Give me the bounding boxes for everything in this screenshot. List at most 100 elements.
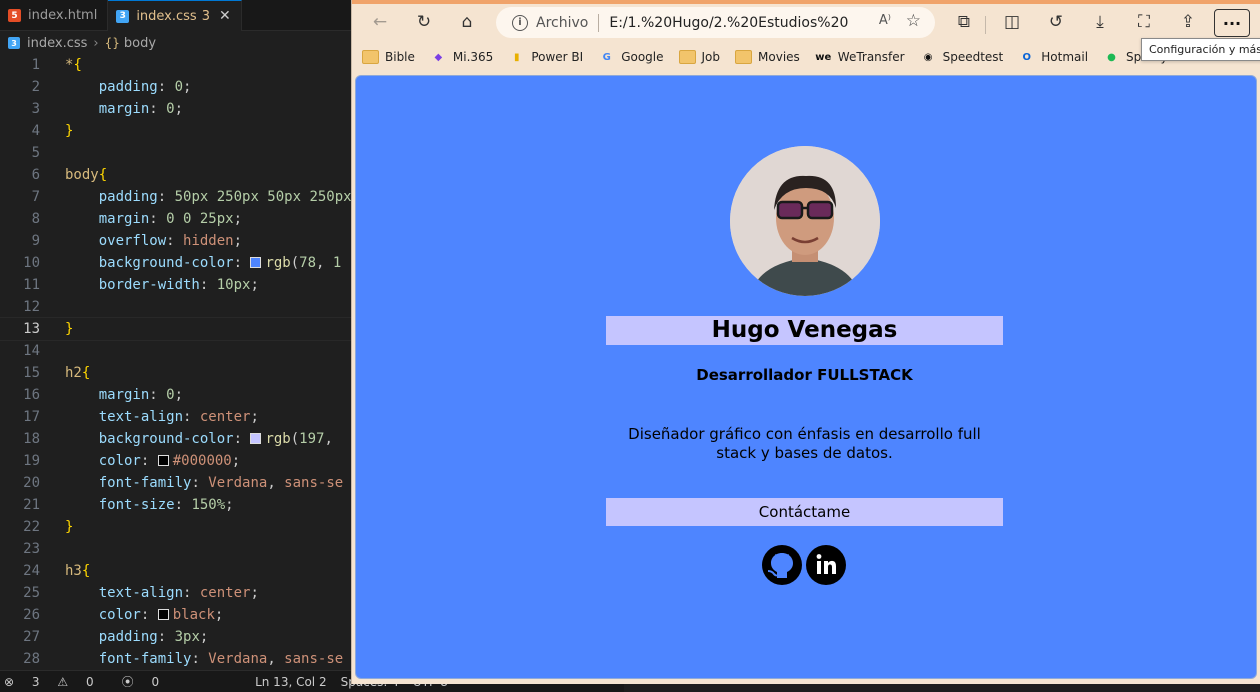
read-aloud-icon[interactable]: A⁾	[879, 13, 891, 28]
split-screen-icon[interactable]: ◫	[998, 8, 1026, 36]
code-line: 1 *{	[31, 57, 82, 73]
warning-icon: ⚠	[57, 674, 69, 689]
chevron-right-icon: ›	[93, 35, 99, 51]
spotify-icon: ●	[1107, 51, 1116, 63]
code-editor: 5 index.html 3 index.css 3 ✕ 3 index.css…	[0, 0, 352, 692]
code-line: 25 text-align: center;	[23, 585, 259, 601]
cursor-position[interactable]: Ln 13, Col 2	[255, 675, 327, 689]
bookmark-powerbi[interactable]: ▮ Power BI	[508, 50, 583, 64]
code-line: 28 font-family: Verdana, sans-se	[23, 651, 344, 667]
html-file-icon: 5	[8, 9, 21, 22]
bookmark-label: Speedtest	[942, 50, 1004, 64]
contact-button[interactable]: Contáctame	[606, 498, 1003, 526]
code-line: 6 body{	[31, 167, 108, 183]
code-line: 21 font-size: 150%;	[23, 497, 234, 513]
bookmark-job[interactable]: Job	[678, 50, 721, 64]
editor-tabbar: 5 index.html 3 index.css 3 ✕	[0, 0, 352, 31]
code-line: 16 margin: 0;	[23, 387, 184, 403]
url-text[interactable]: E:/1.%20Hugo/2.%20Estudios%20HU...	[609, 15, 849, 31]
code-area[interactable]: 1 *{ 2 padding: 0; 3 margin: 0; 4} 5 6 bod…	[0, 54, 352, 670]
code-line: 3 margin: 0;	[31, 101, 184, 117]
code-line: 12	[23, 299, 40, 315]
bookmark-google[interactable]: G Google	[598, 50, 664, 64]
symbol-icon: {}	[104, 36, 120, 50]
code-line: 23	[23, 541, 40, 557]
code-line: 15 h2{	[23, 365, 91, 381]
divider	[598, 13, 600, 32]
code-line: 19 color: #000000;	[23, 453, 241, 469]
profile-role: Desarrollador FULLSTACK	[696, 366, 913, 384]
close-icon[interactable]: ✕	[219, 8, 231, 24]
outlook-icon: O	[1022, 51, 1031, 63]
info-icon[interactable]: i	[512, 14, 528, 31]
code-line: 4}	[31, 123, 74, 139]
code-line: 9 overflow: hidden;	[31, 233, 243, 249]
google-icon: G	[602, 51, 611, 63]
bookmark-wetransfer[interactable]: we WeTransfer	[815, 50, 905, 64]
wetransfer-icon: we	[815, 51, 832, 63]
code-line: 27 padding: 3px;	[23, 629, 209, 645]
downloads-icon[interactable]: ⤓	[1086, 8, 1114, 36]
tab-index-css[interactable]: 3 index.css 3 ✕	[108, 0, 242, 31]
refresh-icon[interactable]: ↻	[410, 8, 438, 36]
code-line: 17 text-align: center;	[23, 409, 259, 425]
code-line: 2 padding: 0;	[31, 79, 192, 95]
bookmark-label: Job	[701, 50, 721, 64]
code-line-current: 13}	[0, 317, 352, 341]
code-line: 14	[23, 343, 40, 359]
ports-status[interactable]: ⦿ 0	[122, 673, 173, 690]
code-line: 7 padding: 50px 250px 50px 250px	[31, 189, 352, 205]
divider	[985, 16, 986, 34]
favorite-star-icon[interactable]: ☆	[906, 11, 921, 31]
github-icon[interactable]	[762, 545, 802, 585]
bookmark-hotmail[interactable]: O Hotmail	[1018, 50, 1088, 64]
code-line: 18 background-color: rgb(197,	[23, 431, 333, 447]
back-arrow-icon[interactable]: ←	[366, 8, 394, 36]
css-file-icon: 3	[8, 37, 20, 49]
code-line: 20 font-family: Verdana, sans-se	[23, 475, 344, 491]
warning-count: 0	[85, 674, 94, 689]
history-icon[interactable]: ↺	[1042, 8, 1070, 36]
bookmark-bible[interactable]: Bible	[362, 50, 415, 64]
bookmark-label: Mi.365	[452, 50, 494, 64]
m365-icon: ◆	[434, 51, 443, 63]
extensions-icon[interactable]: ⧉	[950, 8, 978, 36]
breadcrumb-file[interactable]: index.css	[27, 36, 87, 51]
breadcrumb: 3 index.css › {} body	[0, 32, 352, 54]
address-bar[interactable]: i Archivo E:/1.%20Hugo/2.%20Estudios%20H…	[496, 7, 935, 38]
powerbi-icon: ▮	[514, 51, 520, 63]
code-line: 10 background-color: rgb(78, 1	[23, 255, 342, 271]
profile-name: Hugo Venegas	[606, 316, 1003, 345]
screenshot-icon[interactable]: ⛶	[1130, 8, 1158, 36]
browser-toolbar: ← ↻ ⌂ i Archivo E:/1.%20Hugo/2.%20Estudi…	[352, 4, 1260, 42]
share-icon[interactable]: ⇪	[1174, 8, 1202, 36]
code-line: 11 border-width: 10px;	[23, 277, 259, 293]
tab-index-html[interactable]: 5 index.html	[0, 0, 109, 31]
folder-icon	[678, 50, 696, 64]
bookmark-speedtest[interactable]: ◉ Speedtest	[920, 50, 1004, 64]
speedtest-icon: ◉	[923, 51, 933, 63]
error-icon: ⊗	[4, 674, 15, 689]
bookmark-label: Hotmail	[1041, 50, 1089, 64]
problem-count-badge: 3	[201, 8, 210, 24]
problems-status[interactable]: ⊗ 3 ⚠ 0	[4, 675, 108, 689]
linkedin-icon[interactable]	[806, 545, 846, 585]
profile-description: Diseñador gráfico con énfasis en desarro…	[628, 425, 981, 462]
code-line: 5	[31, 145, 40, 161]
folder-icon	[735, 50, 753, 64]
css-file-icon: 3	[116, 9, 130, 23]
bookmark-label: WeTransfer	[837, 50, 905, 64]
bookmark-mi365[interactable]: ◆ Mi.365	[430, 50, 494, 64]
breadcrumb-symbol[interactable]: body	[124, 36, 156, 51]
bookmark-movies[interactable]: Movies	[735, 50, 800, 64]
more-options-icon[interactable]: ···	[1214, 9, 1250, 37]
tab-label: index.css	[136, 8, 197, 24]
browser-window: ← ↻ ⌂ i Archivo E:/1.%20Hugo/2.%20Estudi…	[351, 0, 1260, 684]
home-icon[interactable]: ⌂	[453, 8, 481, 36]
code-line: 24 h3{	[23, 563, 91, 579]
code-line: 8 margin: 0 0 25px;	[31, 211, 243, 227]
code-line: 22}	[23, 519, 74, 535]
bookmark-label: Power BI	[531, 50, 584, 64]
profile-photo	[730, 146, 880, 296]
page-viewport: Hugo Venegas Desarrollador FULLSTACK Dis…	[355, 75, 1257, 679]
